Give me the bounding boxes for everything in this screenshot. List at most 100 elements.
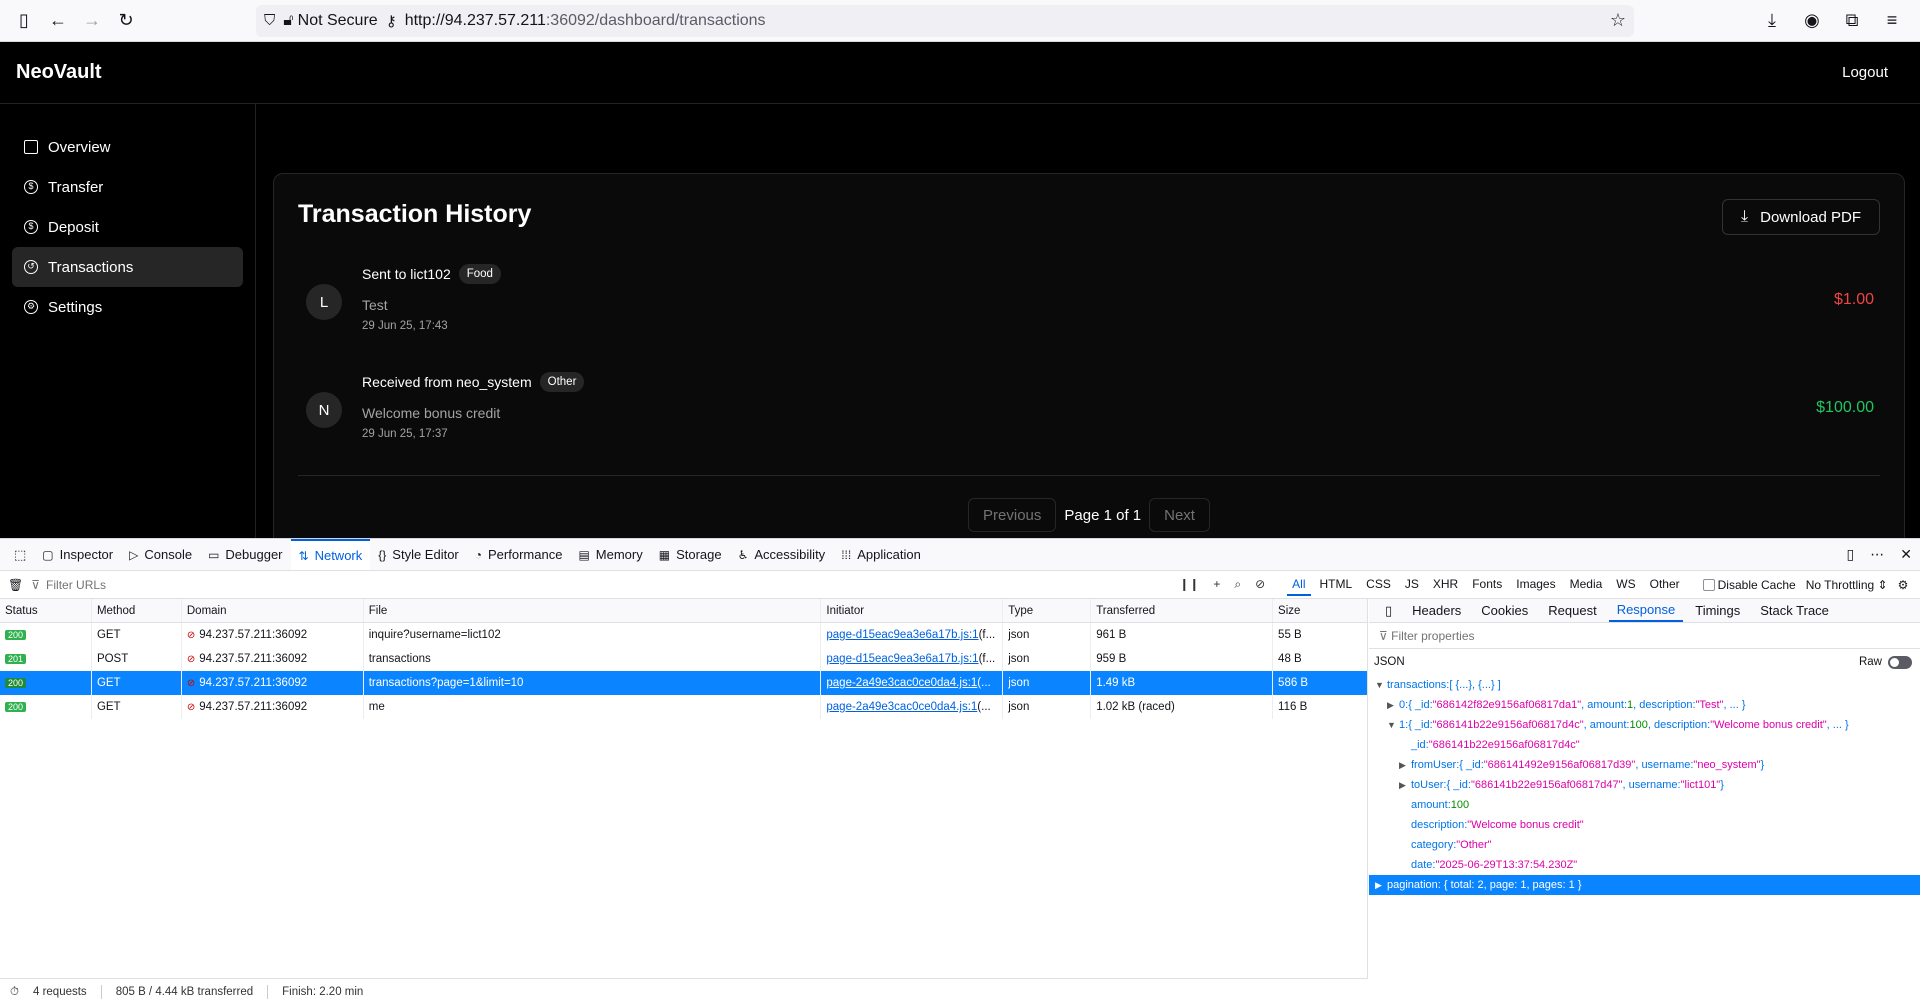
tab-storage[interactable]: ▦ Storage bbox=[651, 539, 730, 570]
filter-html[interactable]: HTML bbox=[1315, 574, 1358, 596]
tab-performance[interactable]: ◔ Performance bbox=[467, 539, 571, 570]
address-bar[interactable]: ⛉ 🔓︎ Not Secure ⚷ http://94.237.57.211:36… bbox=[256, 4, 1634, 37]
initiator-link[interactable]: page-d15eac9ea3e6a17b.js:1 bbox=[826, 653, 978, 665]
extensions-icon[interactable]: ⧉ bbox=[1838, 7, 1866, 35]
sidebar-item-deposit[interactable]: $ Deposit bbox=[12, 207, 243, 247]
bookmark-star-icon[interactable]: ☆ bbox=[1610, 10, 1626, 31]
tree-node-fromuser[interactable]: ▶ fromUser: { _id: "686141492e9156af06817… bbox=[1369, 755, 1920, 775]
filter-other[interactable]: Other bbox=[1645, 574, 1685, 596]
dock-icon[interactable]: ▯ bbox=[1847, 546, 1855, 563]
permissions-key-icon[interactable]: ⚷ bbox=[386, 12, 397, 30]
table-row[interactable]: 200 GET ⊘ 94.237.57.211:36092 inquire?use… bbox=[0, 623, 1367, 647]
tree-node-item-0[interactable]: ▶ 0: { _id: "686142f82e9156af06817da1", a… bbox=[1369, 695, 1920, 715]
tree-node-category[interactable]: category: "Other" bbox=[1369, 835, 1920, 855]
tab-memory[interactable]: ▤ Memory bbox=[570, 539, 650, 570]
search-icon[interactable]: ⌕ bbox=[1234, 577, 1241, 592]
column-file[interactable]: File bbox=[364, 599, 822, 622]
tab-console[interactable]: ▷ Console bbox=[121, 539, 200, 570]
menu-icon[interactable]: ≡ bbox=[1878, 7, 1906, 35]
more-options-icon[interactable]: ⋯ bbox=[1870, 546, 1884, 563]
dollar-icon: $ bbox=[24, 220, 38, 234]
filter-ws[interactable]: WS bbox=[1611, 574, 1640, 596]
sidebar-toggle-icon[interactable]: ▯ bbox=[10, 7, 38, 35]
toggle-switch[interactable] bbox=[1888, 655, 1912, 669]
string-value: "686141b22e9156af06817d4c" bbox=[1432, 719, 1584, 731]
shield-icon[interactable]: ⛉ bbox=[264, 12, 275, 29]
tree-node-date[interactable]: date: "2025-06-29T13:37:54.230Z" bbox=[1369, 855, 1920, 875]
filter-images[interactable]: Images bbox=[1511, 574, 1560, 596]
tree-node-transactions[interactable]: ▼ transactions: [ {...}, {...} ] bbox=[1369, 675, 1920, 695]
tree-node-touser[interactable]: ▶ toUser: { _id: "686141b22e9156af06817d4… bbox=[1369, 775, 1920, 795]
tab-cookies[interactable]: Cookies bbox=[1473, 600, 1536, 621]
downloads-icon[interactable]: ⤓ bbox=[1758, 7, 1786, 35]
table-row[interactable]: 201 POST ⊘ 94.237.57.211:36092 transactio… bbox=[0, 647, 1367, 671]
column-transferred[interactable]: Transferred bbox=[1091, 599, 1274, 622]
tree-node-amount[interactable]: amount: 100 bbox=[1369, 795, 1920, 815]
sidebar-item-transactions[interactable]: ↺ Transactions bbox=[12, 247, 243, 287]
browser-actions: ⤓ ◉ ⧉ ≡ bbox=[1758, 7, 1910, 35]
filter-all[interactable]: All bbox=[1287, 574, 1311, 596]
pause-icon[interactable]: ❙❙ bbox=[1179, 577, 1199, 592]
column-status[interactable]: Status bbox=[0, 599, 92, 622]
column-type[interactable]: Type bbox=[1003, 599, 1092, 622]
filter-properties-input[interactable]: ⊽ Filter properties bbox=[1369, 623, 1920, 649]
tab-headers[interactable]: Headers bbox=[1404, 600, 1469, 621]
tab-request[interactable]: Request bbox=[1540, 600, 1604, 621]
plus-icon[interactable]: + bbox=[1213, 577, 1220, 592]
download-pdf-button[interactable]: ⤓ Download PDF bbox=[1722, 199, 1880, 235]
account-icon[interactable]: ◉ bbox=[1798, 7, 1826, 35]
tab-application[interactable]: ⁞⁞⁞ Application bbox=[833, 539, 929, 570]
column-domain[interactable]: Domain bbox=[182, 599, 364, 622]
throttling-select[interactable]: No Throttling ⇕ bbox=[1806, 578, 1888, 592]
tree-node-description[interactable]: description: "Welcome bonus credit" bbox=[1369, 815, 1920, 835]
settings-gear-icon[interactable]: ⚙ bbox=[1898, 578, 1909, 592]
block-icon[interactable]: ⊘ bbox=[1255, 577, 1265, 592]
tree-node-id[interactable]: _id: "686141b22e9156af06817d4c" bbox=[1369, 735, 1920, 755]
sidebar-item-overview[interactable]: Overview bbox=[12, 127, 243, 167]
toggle-sidebar-icon[interactable]: ▯ bbox=[1377, 600, 1400, 622]
column-size[interactable]: Size bbox=[1273, 599, 1367, 622]
filter-urls-input[interactable]: ⊽ Filter URLs bbox=[31, 578, 1171, 592]
element-picker-icon[interactable]: ⬚ bbox=[6, 539, 34, 570]
tab-inspector[interactable]: ▢ Inspector bbox=[34, 539, 121, 570]
tab-stack-trace[interactable]: Stack Trace bbox=[1752, 600, 1837, 621]
security-indicator[interactable]: 🔓︎ Not Secure bbox=[283, 12, 377, 30]
forward-button[interactable]: → bbox=[78, 7, 106, 35]
raw-toggle[interactable]: Raw bbox=[1859, 655, 1920, 669]
tree-node-pagination[interactable]: ▶ pagination: { total: 2, page: 1, pages:… bbox=[1369, 875, 1920, 895]
table-row-selected[interactable]: 200 GET ⊘ 94.237.57.211:36092 transaction… bbox=[0, 671, 1367, 695]
column-initiator[interactable]: Initiator bbox=[821, 599, 1004, 622]
neovault-app: NeoVault Logout Overview $ Transfer $ Depo… bbox=[0, 42, 1920, 560]
url-text[interactable]: http://94.237.57.211:36092/dashboard/tra… bbox=[405, 12, 766, 30]
initiator-link[interactable]: page-2a49e3cac0ce0da4.js:1 bbox=[826, 677, 977, 689]
request-details-panel: ▯ Headers Cookies Request Response Timin… bbox=[1369, 599, 1920, 1006]
filter-media[interactable]: Media bbox=[1565, 574, 1608, 596]
initiator-link[interactable]: page-d15eac9ea3e6a17b.js:1 bbox=[826, 629, 978, 641]
tab-style-editor[interactable]: {} Style Editor bbox=[370, 539, 467, 570]
tab-debugger[interactable]: ▭ Debugger bbox=[200, 539, 290, 570]
tab-network[interactable]: ⇅ Network bbox=[290, 539, 371, 570]
filter-css[interactable]: CSS bbox=[1361, 574, 1396, 596]
sidebar-item-transfer[interactable]: $ Transfer bbox=[12, 167, 243, 207]
tree-node-item-1[interactable]: ▼ 1: { _id: "686141b22e9156af06817d4c", a… bbox=[1369, 715, 1920, 735]
brand-logo[interactable]: NeoVault bbox=[16, 61, 102, 84]
previous-page-button[interactable]: Previous bbox=[968, 498, 1057, 532]
disable-cache-checkbox[interactable]: Disable Cache bbox=[1702, 578, 1796, 592]
tab-response[interactable]: Response bbox=[1608, 599, 1684, 622]
next-page-button[interactable]: Next bbox=[1149, 498, 1210, 532]
tab-accessibility[interactable]: ♿︎ Accessibility bbox=[730, 539, 834, 570]
timer-icon[interactable]: ⏱︎ bbox=[10, 986, 19, 999]
column-method[interactable]: Method bbox=[92, 599, 182, 622]
tab-timings[interactable]: Timings bbox=[1687, 600, 1748, 621]
filter-js[interactable]: JS bbox=[1400, 574, 1424, 596]
sidebar-item-settings[interactable]: ⚙ Settings bbox=[12, 287, 243, 327]
close-icon[interactable]: ✕ bbox=[1900, 546, 1912, 563]
filter-fonts[interactable]: Fonts bbox=[1467, 574, 1507, 596]
back-button[interactable]: ← bbox=[44, 7, 72, 35]
filter-xhr[interactable]: XHR bbox=[1428, 574, 1463, 596]
trash-icon[interactable]: 🗑︎ bbox=[8, 578, 23, 592]
reload-button[interactable]: ↻ bbox=[112, 7, 140, 35]
logout-button[interactable]: Logout bbox=[1842, 64, 1904, 81]
table-row[interactable]: 200 GET ⊘ 94.237.57.211:36092 me page-2a4… bbox=[0, 695, 1367, 719]
initiator-link[interactable]: page-2a49e3cac0ce0da4.js:1 bbox=[826, 701, 977, 713]
